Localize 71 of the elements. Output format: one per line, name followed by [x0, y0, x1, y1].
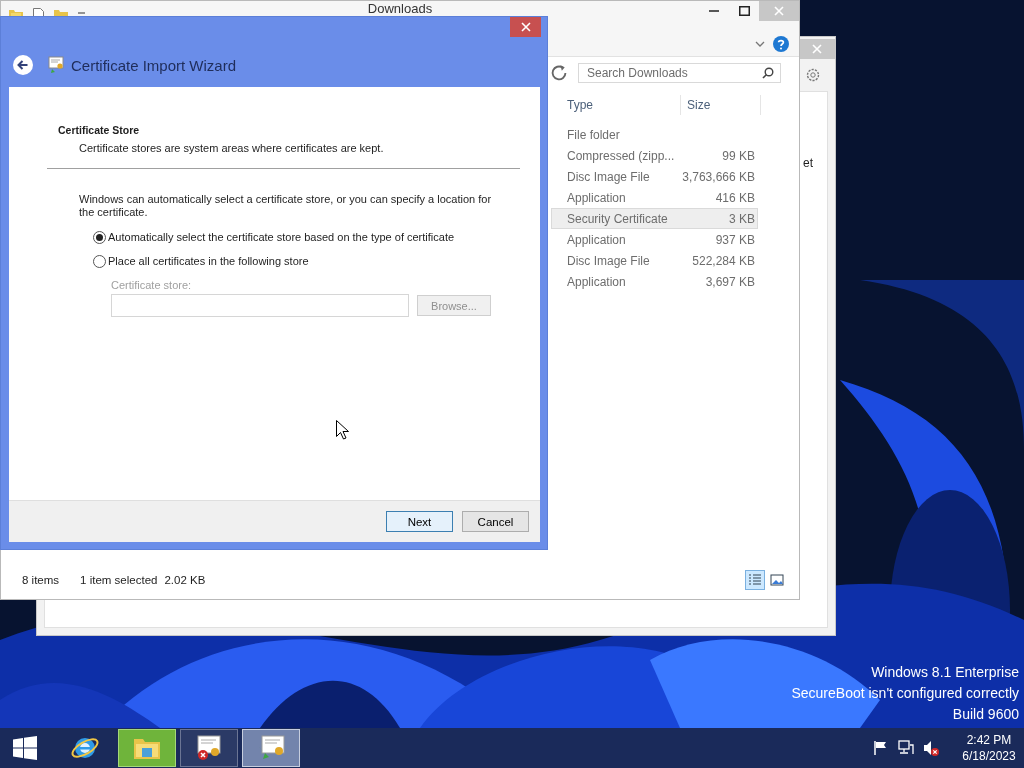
- clock-time[interactable]: 2:42 PM: [966, 732, 1012, 748]
- dialog-title: Certificate Import Wizard: [71, 56, 237, 76]
- option-label: Automatically select the certificate store based on the type of certificate: [108, 231, 455, 243]
- file-size: 416 KB: [714, 190, 756, 205]
- refresh-icon[interactable]: [549, 63, 569, 83]
- file-type: Disc Image File: [566, 169, 651, 184]
- radio-option[interactable]: Automatically select the certificate store based on the type of certificate: [93, 229, 520, 245]
- file-row[interactable]: File folder: [551, 124, 758, 145]
- file-row[interactable]: Application 3,697 KB: [551, 271, 758, 292]
- page-description: Certificate stores are system areas where certificates are kept.: [79, 142, 385, 154]
- search-icon: [762, 67, 774, 79]
- flag-icon[interactable]: [873, 740, 889, 756]
- file-type: Compressed (zipp...: [566, 148, 676, 163]
- instruction-text: Windows can automatically select a certificate store, or you can specify a location for the certificate.: [79, 193, 493, 219]
- file-row[interactable]: Compressed (zipp... 99 KB: [551, 145, 758, 166]
- help-icon[interactable]: [773, 36, 789, 52]
- certificate-icon: [46, 56, 66, 74]
- file-size: 522,284 KB: [691, 253, 756, 268]
- desktop-notice-line: SecureBoot isn't configured correctly: [791, 684, 1019, 703]
- dialog-button[interactable]: Next: [386, 511, 453, 532]
- close-icon: [520, 22, 531, 32]
- file-row[interactable]: Application 937 KB: [551, 229, 758, 250]
- radio-button[interactable]: [93, 254, 106, 268]
- file-type: Security Certificate: [566, 211, 669, 226]
- desktop-notice-line: Windows 8.1 Enterprise: [870, 663, 1019, 682]
- details-view-icon: [748, 573, 762, 587]
- column-header[interactable]: Size: [681, 95, 761, 115]
- large-icons-view-icon: [770, 573, 784, 587]
- close-icon: [812, 44, 822, 54]
- file-row[interactable]: Application 416 KB: [551, 187, 758, 208]
- file-type: File folder: [566, 127, 621, 142]
- file-type: Application: [566, 190, 627, 205]
- desktop-notice-line: Build 9600: [951, 705, 1019, 724]
- close-button[interactable]: [510, 17, 541, 37]
- file-row[interactable]: Disc Image File 522,284 KB: [551, 250, 758, 271]
- network-icon[interactable]: [898, 740, 914, 756]
- text-fragment: et: [803, 156, 813, 170]
- radio-button[interactable]: [93, 230, 106, 244]
- dialog-button[interactable]: Cancel: [462, 511, 529, 532]
- field-label: Certificate store:: [111, 279, 193, 291]
- search-field[interactable]: Search Downloads: [578, 63, 781, 83]
- selection-size: 2.02 KB: [164, 574, 206, 586]
- file-type: Application: [566, 274, 627, 289]
- clock-date[interactable]: 6/18/2023: [962, 748, 1016, 764]
- windows-logo-icon: [13, 736, 37, 760]
- cursor-icon: [336, 420, 349, 440]
- file-row[interactable]: Security Certificate 3 KB: [551, 208, 758, 229]
- file-size: 3 KB: [728, 211, 756, 226]
- radio-option[interactable]: Place all certificates in the following store: [93, 253, 520, 269]
- file-type: Application: [566, 232, 627, 247]
- item-count: 8 items: [22, 574, 60, 586]
- settings-icon[interactable]: [805, 67, 821, 83]
- close-icon: [774, 6, 784, 16]
- file-row[interactable]: Disc Image File 3,763,666 KB: [551, 166, 758, 187]
- chevron-down-icon[interactable]: [755, 41, 765, 47]
- selection-status: 1 item selected: [80, 574, 158, 586]
- file-size: 99 KB: [721, 148, 756, 163]
- file-size: 3,697 KB: [704, 274, 756, 289]
- volume-muted-icon[interactable]: [923, 740, 939, 756]
- view-button[interactable]: [745, 570, 765, 590]
- option-label: Place all certificates in the following store: [108, 255, 309, 267]
- window-title: Downloads: [367, 1, 433, 16]
- maximize-icon: [738, 6, 750, 16]
- file-size: 937 KB: [714, 232, 756, 247]
- certificate-icon: [194, 733, 224, 763]
- file-size: 3,763,666 KB: [682, 169, 756, 184]
- column-header[interactable]: Type: [559, 95, 681, 115]
- back-button[interactable]: [12, 54, 34, 76]
- file-type: Disc Image File: [566, 253, 651, 268]
- minimize-icon: [709, 10, 719, 12]
- page-heading: Certificate Store: [58, 124, 141, 136]
